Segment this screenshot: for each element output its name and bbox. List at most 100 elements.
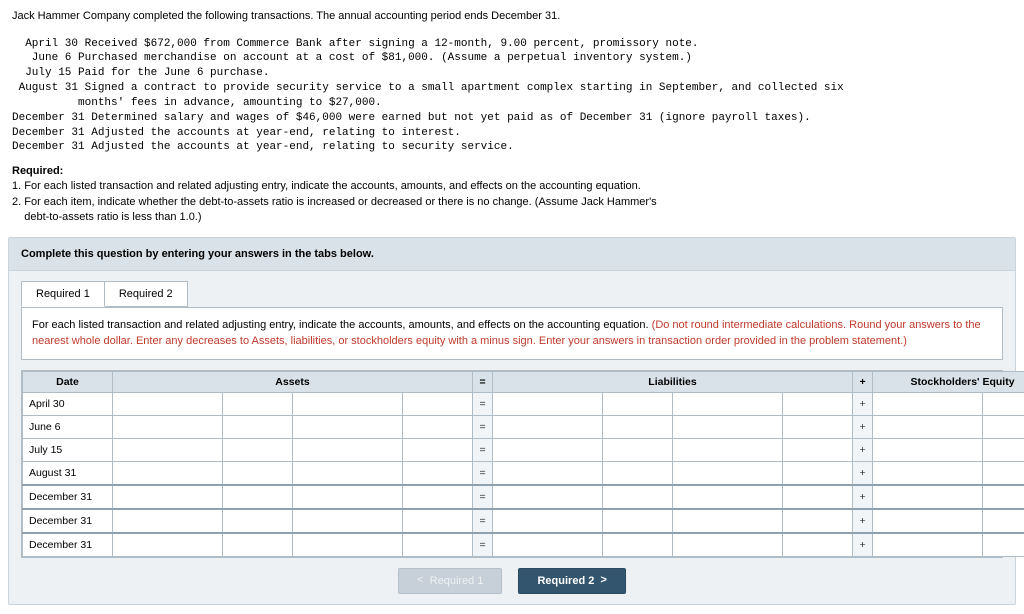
answer-grid: Date Assets = Liabilities + Stockholders… <box>21 370 1003 558</box>
input-cell[interactable] <box>873 439 983 462</box>
input-cell[interactable] <box>603 439 673 462</box>
input-cell[interactable] <box>873 462 983 486</box>
op-equals: = <box>473 462 493 486</box>
input-cell[interactable] <box>113 393 223 416</box>
input-cell[interactable] <box>783 416 853 439</box>
op-equals: = <box>473 416 493 439</box>
input-cell[interactable] <box>403 393 473 416</box>
op-equals: = <box>473 393 493 416</box>
panel-instruction: Complete this question by entering your … <box>9 238 1015 271</box>
input-cell[interactable] <box>293 485 403 509</box>
input-cell[interactable] <box>223 416 293 439</box>
date-cell[interactable]: August 31 <box>23 462 113 486</box>
header-equity: Stockholders' Equity <box>873 372 1024 393</box>
input-cell[interactable] <box>603 509 673 533</box>
input-cell[interactable] <box>983 416 1024 439</box>
input-cell[interactable] <box>783 533 853 557</box>
required-item-2b: debt-to-assets ratio is less than 1.0.) <box>12 210 1012 225</box>
input-cell[interactable] <box>223 462 293 486</box>
input-cell[interactable] <box>403 416 473 439</box>
input-cell[interactable] <box>223 485 293 509</box>
required-item-1: 1. For each listed transaction and relat… <box>12 179 1012 194</box>
input-cell[interactable] <box>873 509 983 533</box>
input-cell[interactable] <box>603 393 673 416</box>
input-cell[interactable] <box>673 439 783 462</box>
input-cell[interactable] <box>113 485 223 509</box>
input-cell[interactable] <box>983 509 1024 533</box>
op-equals: = <box>473 439 493 462</box>
input-cell[interactable] <box>403 462 473 486</box>
input-cell[interactable] <box>223 533 293 557</box>
date-cell[interactable]: April 30 <box>23 393 113 416</box>
input-cell[interactable] <box>223 393 293 416</box>
input-cell[interactable] <box>873 393 983 416</box>
input-cell[interactable] <box>223 439 293 462</box>
input-cell[interactable] <box>873 485 983 509</box>
table-row: July 15 = + <box>23 439 1024 462</box>
input-cell[interactable] <box>873 416 983 439</box>
date-cell[interactable]: July 15 <box>23 439 113 462</box>
input-cell[interactable] <box>603 416 673 439</box>
chevron-right-icon: > <box>600 575 607 587</box>
input-cell[interactable] <box>493 416 603 439</box>
answer-panel: Complete this question by entering your … <box>8 237 1016 605</box>
input-cell[interactable] <box>403 533 473 557</box>
input-cell[interactable] <box>293 533 403 557</box>
next-button[interactable]: Required 2 > <box>518 568 625 594</box>
input-cell[interactable] <box>223 509 293 533</box>
input-cell[interactable] <box>113 416 223 439</box>
tab-instructions: For each listed transaction and related … <box>21 307 1003 360</box>
input-cell[interactable] <box>673 462 783 486</box>
input-cell[interactable] <box>783 439 853 462</box>
input-cell[interactable] <box>293 393 403 416</box>
input-cell[interactable] <box>113 439 223 462</box>
input-cell[interactable] <box>493 509 603 533</box>
input-cell[interactable] <box>983 393 1024 416</box>
input-cell[interactable] <box>293 509 403 533</box>
input-cell[interactable] <box>403 509 473 533</box>
input-cell[interactable] <box>783 509 853 533</box>
input-cell[interactable] <box>293 462 403 486</box>
grid-body: April 30 = + June 6 = + July 15 <box>23 393 1024 557</box>
input-cell[interactable] <box>673 393 783 416</box>
tab-required-2[interactable]: Required 2 <box>104 281 188 307</box>
input-cell[interactable] <box>673 533 783 557</box>
input-cell[interactable] <box>113 509 223 533</box>
input-cell[interactable] <box>983 439 1024 462</box>
prev-button[interactable]: < Required 1 <box>398 568 502 594</box>
input-cell[interactable] <box>113 462 223 486</box>
input-cell[interactable] <box>293 439 403 462</box>
tab-required-1[interactable]: Required 1 <box>21 281 105 307</box>
input-cell[interactable] <box>403 439 473 462</box>
input-cell[interactable] <box>603 485 673 509</box>
date-cell[interactable]: December 31 <box>23 509 113 533</box>
input-cell[interactable] <box>293 416 403 439</box>
input-cell[interactable] <box>673 485 783 509</box>
input-cell[interactable] <box>603 462 673 486</box>
input-cell[interactable] <box>493 393 603 416</box>
header-date: Date <box>23 372 113 393</box>
input-cell[interactable] <box>983 462 1024 486</box>
date-cell[interactable]: December 31 <box>23 485 113 509</box>
date-cell[interactable]: December 31 <box>23 533 113 557</box>
input-cell[interactable] <box>983 533 1024 557</box>
input-cell[interactable] <box>783 485 853 509</box>
input-cell[interactable] <box>983 485 1024 509</box>
input-cell[interactable] <box>673 416 783 439</box>
op-equals: = <box>473 533 493 557</box>
input-cell[interactable] <box>783 393 853 416</box>
tab-bar: Required 1 Required 2 <box>9 271 1015 307</box>
input-cell[interactable] <box>493 439 603 462</box>
required-item-2a: 2. For each item, indicate whether the d… <box>12 195 1012 210</box>
input-cell[interactable] <box>783 462 853 486</box>
input-cell[interactable] <box>673 509 783 533</box>
input-cell[interactable] <box>873 533 983 557</box>
input-cell[interactable] <box>113 533 223 557</box>
input-cell[interactable] <box>493 533 603 557</box>
input-cell[interactable] <box>493 485 603 509</box>
input-cell[interactable] <box>403 485 473 509</box>
required-items: 1. For each listed transaction and relat… <box>0 179 1024 233</box>
date-cell[interactable]: June 6 <box>23 416 113 439</box>
input-cell[interactable] <box>603 533 673 557</box>
input-cell[interactable] <box>493 462 603 486</box>
